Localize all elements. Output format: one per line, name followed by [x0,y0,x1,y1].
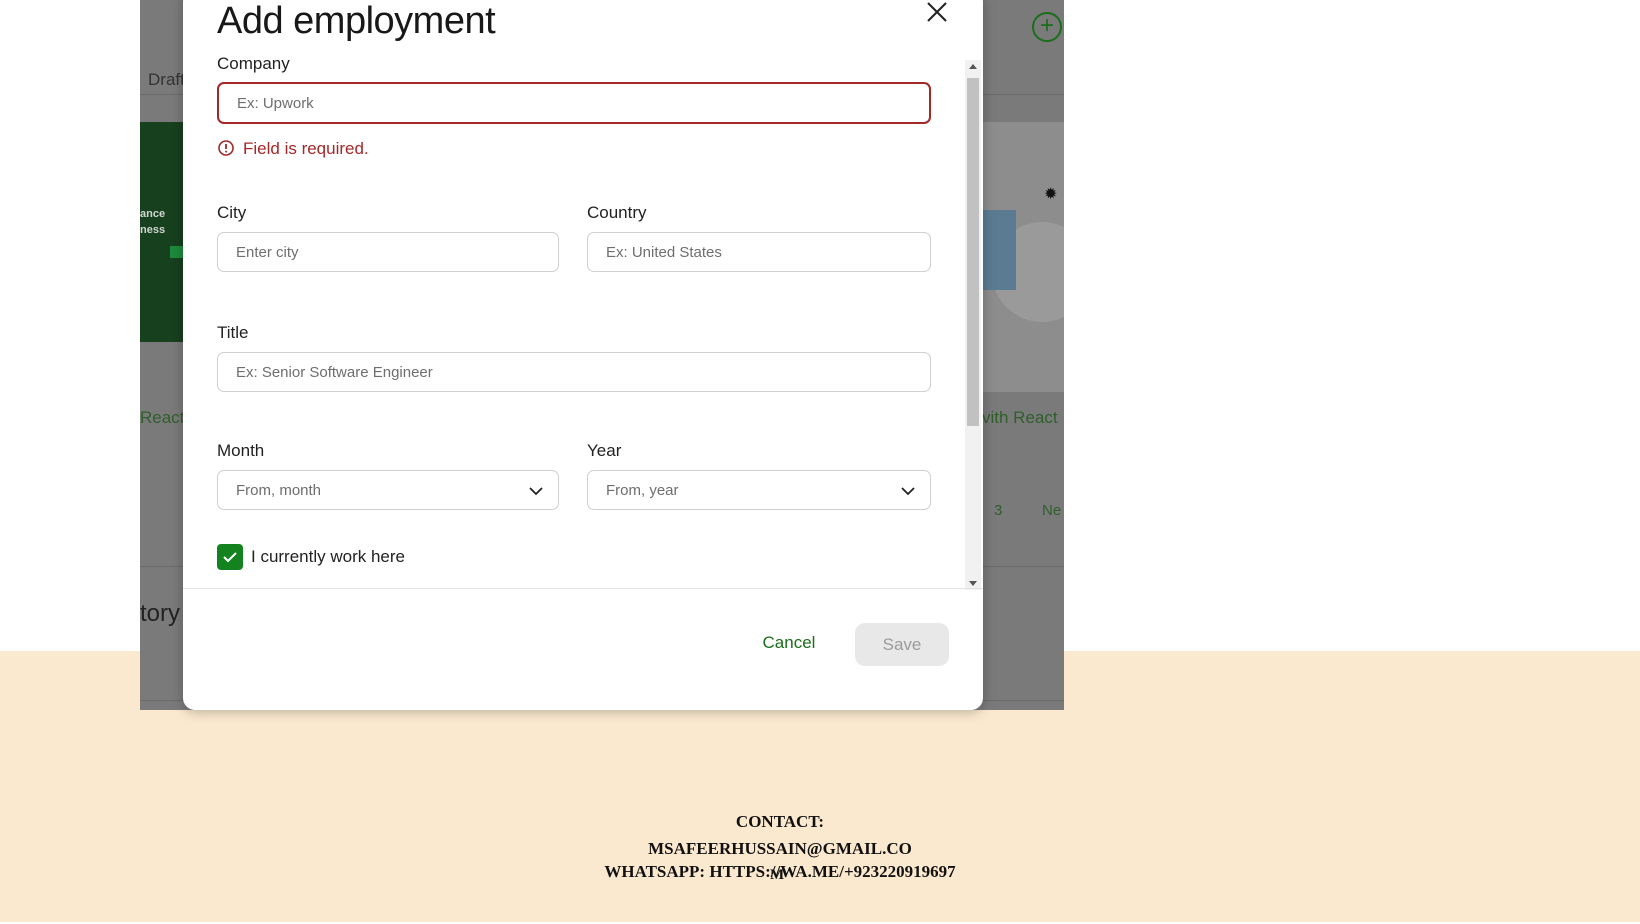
year-select[interactable]: From, year [587,470,931,510]
city-label: City [217,203,247,222]
card-text: ness [140,224,166,236]
year-placeholder: From, year [606,482,679,499]
modal-footer-divider [183,588,983,589]
city-placeholder: Enter city [236,244,299,261]
scrollbar-thumb[interactable] [967,78,979,426]
modal-title: Add employment [217,0,496,42]
project-card-right: ✹ [980,122,1064,392]
current-work-label: I currently work here [251,547,405,566]
cancel-button[interactable]: Cancel [739,622,839,664]
country-placeholder: Ex: United States [606,244,722,261]
pagination-next: Ne [1042,502,1062,519]
card-badge [170,246,184,258]
title-input[interactable]: Ex: Senior Software Engineer [217,352,931,392]
error-message: Field is required. [243,139,369,158]
company-label: Company [217,54,290,73]
year-label: Year [587,441,622,460]
star-icon: ✹ [1044,186,1058,203]
project-card-left: ance ness [140,122,184,342]
chevron-down-icon [901,487,915,496]
close-button[interactable] [923,0,951,26]
plus-circle-icon: + [1032,12,1062,42]
chevron-down-icon [529,487,543,496]
country-label: Country [587,203,647,222]
scroll-down-arrow[interactable] [969,581,977,586]
card-title-right: vith React [982,408,1058,427]
current-work-checkbox[interactable] [217,544,243,570]
contact-heading: CONTACT: [735,812,825,831]
check-icon [223,552,237,563]
card-graphic [982,210,1016,290]
month-select[interactable]: From, month [217,470,559,510]
city-input[interactable]: Enter city [217,232,559,272]
error-icon [218,140,234,156]
month-placeholder: From, month [236,482,322,499]
country-input[interactable]: Ex: United States [587,232,931,272]
company-input[interactable]: Ex: Upwork [217,82,931,124]
tab-drafts: Draft [148,70,185,89]
contact-email: MSAFEERHUSSAIN@GMAIL.CO [648,839,912,858]
company-placeholder: Ex: Upwork [237,95,314,112]
title-placeholder: Ex: Senior Software Engineer [236,364,433,381]
title-label: Title [217,323,249,342]
contact-email-overflow: M [770,867,785,883]
modal-body: Company Ex: Upwork Field is required. Ci… [183,54,983,588]
month-label: Month [217,441,265,460]
scroll-up-arrow[interactable] [969,64,977,69]
section-heading: tory [140,600,181,627]
card-text: ance [140,208,166,220]
close-icon [927,2,947,22]
pagination-page: 3 [994,502,1003,519]
modal-scrollbar[interactable] [965,60,981,590]
card-title-left: React [140,408,185,427]
add-employment-modal: Add employment Company Ex: Upwork Field … [183,0,983,710]
save-button[interactable]: Save [855,623,949,666]
